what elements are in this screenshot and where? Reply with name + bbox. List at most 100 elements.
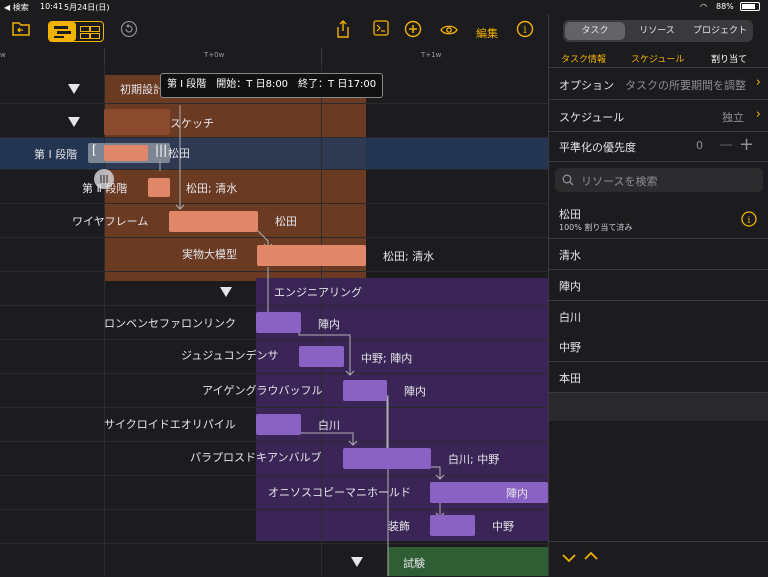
tick-label-prev: w bbox=[0, 51, 6, 59]
info-icon[interactable]: i bbox=[741, 211, 757, 227]
network-view-icon[interactable] bbox=[78, 24, 101, 39]
phase2-bar[interactable] bbox=[148, 178, 170, 197]
collapse-triangle-engineering[interactable] bbox=[220, 287, 232, 297]
resource-label-juju: 中野; 陣内 bbox=[361, 352, 413, 365]
increment-button[interactable]: + bbox=[739, 134, 754, 155]
resource-label-cycloid: 白川 bbox=[318, 419, 340, 432]
start-handle-icon[interactable]: [ bbox=[92, 143, 97, 157]
tick-label-t1w: T+1w bbox=[421, 51, 442, 59]
inspector-segmented-control: タスク リソース プロジェクト bbox=[563, 20, 753, 42]
resource-name: 中野 bbox=[559, 341, 581, 354]
assigned-resource-name: 松田 bbox=[559, 208, 581, 221]
schedule-value: 独立 bbox=[722, 111, 744, 124]
leveling-label: 平準化の優先度 bbox=[559, 141, 636, 154]
inspector-panel: タスク リソース プロジェクト タスク情報 スケジュール 割り当て オプション … bbox=[548, 14, 768, 577]
cycloid-bar[interactable] bbox=[256, 414, 301, 435]
task-label-rhombencephalon: ロンベンセファロンリンク bbox=[104, 317, 236, 330]
share-icon[interactable] bbox=[332, 20, 354, 42]
resource-label-mockup: 松田; 清水 bbox=[383, 250, 435, 263]
svg-text:i: i bbox=[748, 216, 751, 226]
eigengrau-bar[interactable] bbox=[343, 380, 387, 401]
battery-icon bbox=[740, 2, 760, 11]
leveling-value: 0 bbox=[696, 139, 703, 152]
decrement-button[interactable]: — bbox=[719, 137, 733, 153]
task-label-wireframe: ワイヤフレーム bbox=[72, 215, 149, 228]
eye-icon[interactable] bbox=[438, 20, 460, 42]
task-label-phase1: 第 Ⅰ 段階 bbox=[34, 148, 78, 161]
empty-list-row bbox=[549, 393, 768, 421]
assigned-resource-row[interactable]: 松田 100% 割り当て済み i bbox=[549, 200, 768, 239]
task-label-oneiroscopy: オニソスコピーマニホールド bbox=[268, 486, 411, 499]
paraprosdokian-bar[interactable] bbox=[343, 448, 431, 469]
group-label-test: 試験 bbox=[403, 557, 425, 570]
chevron-right-icon: › bbox=[755, 107, 761, 122]
group-label-engineering: エンジニアリング bbox=[274, 286, 362, 299]
resource-label-oneiroscopy: 陣内 bbox=[506, 487, 528, 500]
resource-label-phase1: 松田 bbox=[168, 147, 190, 160]
view-mode-toggle[interactable] bbox=[48, 21, 104, 42]
task-tooltip: 第 Ⅰ 段階 開始：T 日8:00 終了：T 日17:00 bbox=[160, 73, 384, 98]
resource-row[interactable]: 本田 bbox=[549, 362, 768, 393]
segment-project[interactable]: プロジェクト bbox=[689, 22, 751, 40]
schedule-row[interactable]: スケジュール 独立 › bbox=[549, 100, 768, 132]
resource-row[interactable]: 陣内 bbox=[549, 270, 768, 301]
juju-bar[interactable] bbox=[299, 346, 344, 367]
folder-back-icon[interactable] bbox=[10, 20, 32, 42]
option-value: タスクの所要期間を調整 bbox=[625, 79, 746, 92]
decoration-bar[interactable] bbox=[430, 515, 475, 536]
timeline-header: w T+0w T+1w bbox=[0, 48, 548, 66]
gantt-chart[interactable]: 初期設計 スケッチ 第 Ⅰ 段階 [ ||| 松田 第 Ⅱ 段階 松田; 清水 … bbox=[0, 65, 548, 576]
resource-search-field[interactable]: リソースを検索 bbox=[555, 168, 763, 192]
end-handle-icon[interactable]: ||| bbox=[155, 143, 167, 157]
collapse-triangle-sketch[interactable] bbox=[68, 117, 80, 127]
segment-task[interactable]: タスク bbox=[565, 22, 625, 40]
resource-label-eigengrau: 陣内 bbox=[404, 385, 426, 398]
subtab-task-info[interactable]: タスク情報 bbox=[561, 52, 606, 65]
resource-name: 白川 bbox=[559, 311, 581, 324]
status-time: 10:41 bbox=[40, 2, 64, 11]
wireframe-bar[interactable] bbox=[169, 211, 258, 232]
subtab-schedule[interactable]: スケジュール bbox=[631, 52, 684, 65]
edit-button[interactable]: 編集 bbox=[476, 25, 498, 41]
group-label-initial-design: 初期設計 bbox=[120, 83, 164, 96]
chevron-up-icon[interactable] bbox=[583, 550, 599, 562]
back-to-search[interactable]: ◀ 検索 bbox=[4, 2, 29, 13]
task-label-sketch: スケッチ bbox=[170, 117, 214, 130]
task-label-cycloid: サイクロイドエオリパイル bbox=[104, 418, 236, 431]
resource-label-phase2: 松田; 清水 bbox=[186, 182, 238, 195]
option-row[interactable]: オプション タスクの所要期間を調整 › bbox=[549, 68, 768, 100]
status-date: 5月24日(日) bbox=[64, 3, 110, 12]
task-label-decoration: 装飾 bbox=[388, 520, 410, 533]
leveling-priority-row: 平準化の優先度 0 — + bbox=[549, 130, 768, 162]
terminal-script-icon[interactable] bbox=[370, 20, 392, 42]
rhombencephalon-bar[interactable] bbox=[256, 312, 301, 333]
phase1-bar[interactable] bbox=[104, 145, 148, 161]
task-label-paraprosdokian: パラプロスドキアンバルブ bbox=[190, 451, 322, 464]
segment-resource[interactable]: リソース bbox=[627, 22, 687, 40]
resource-row[interactable]: 白川 bbox=[549, 301, 768, 332]
sketch-bar[interactable] bbox=[104, 109, 170, 135]
mockup-bar[interactable] bbox=[257, 245, 366, 266]
toolbar: 編集 i bbox=[0, 14, 548, 49]
assigned-resource-detail: 100% 割り当て済み bbox=[559, 223, 633, 232]
panel-bottom-bar bbox=[549, 541, 768, 577]
outline-gantt-view-icon[interactable] bbox=[49, 22, 76, 41]
resource-row[interactable]: 清水 bbox=[549, 239, 768, 270]
schedule-label: スケジュール bbox=[559, 111, 625, 124]
add-icon[interactable] bbox=[402, 20, 424, 42]
collapse-triangle-design[interactable] bbox=[68, 84, 80, 94]
svg-text:i: i bbox=[523, 25, 526, 36]
info-icon[interactable]: i bbox=[514, 20, 536, 42]
chevron-right-icon: › bbox=[755, 75, 761, 90]
resource-label-rhombencephalon: 陣内 bbox=[318, 318, 340, 331]
oneiroscopy-bar[interactable] bbox=[430, 482, 548, 503]
collapse-triangle-test[interactable] bbox=[351, 557, 363, 567]
search-placeholder: リソースを検索 bbox=[581, 175, 658, 188]
resource-label-paraprosdokian: 白川; 中野 bbox=[448, 453, 500, 466]
search-icon bbox=[562, 174, 574, 186]
undo-icon[interactable] bbox=[118, 20, 140, 42]
resource-row[interactable]: 中野 bbox=[549, 331, 768, 362]
chevron-down-icon[interactable] bbox=[561, 552, 577, 564]
subtab-assignment[interactable]: 割り当て bbox=[711, 52, 747, 65]
wifi-icon: ◠ bbox=[700, 2, 707, 11]
